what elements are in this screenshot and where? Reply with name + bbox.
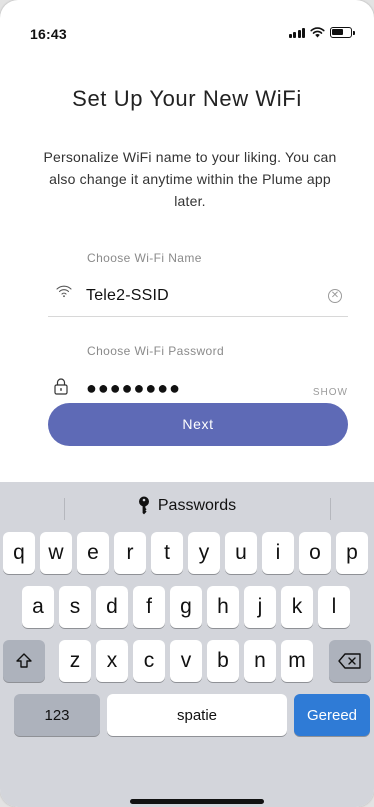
show-password-button[interactable]: SHOW: [313, 387, 348, 398]
next-button[interactable]: Next: [48, 403, 348, 446]
wifi-name-input[interactable]: [86, 285, 306, 307]
backspace-icon: [338, 653, 361, 669]
suggestion-bar: Passwords: [0, 482, 374, 530]
key-j[interactable]: j: [244, 586, 276, 628]
keyboard: Passwords q w e r t y u i o p a s d f g …: [0, 482, 374, 807]
key-k[interactable]: k: [281, 586, 313, 628]
key-u[interactable]: u: [225, 532, 257, 574]
done-key[interactable]: Gereed: [294, 694, 370, 736]
password-label: Choose Wi-Fi Password: [87, 344, 225, 358]
key-o[interactable]: o: [299, 532, 331, 574]
key-e[interactable]: e: [77, 532, 109, 574]
home-indicator: [130, 799, 264, 804]
key-l[interactable]: l: [318, 586, 350, 628]
shift-key[interactable]: [3, 640, 45, 682]
password-input[interactable]: ●●●●●●●●: [86, 377, 286, 399]
key-icon: [138, 496, 149, 515]
passwords-suggestion-label: Passwords: [157, 497, 237, 514]
signal-icon: [288, 27, 305, 38]
subtitle: Personalize WiFi name to your liking. Yo…: [43, 149, 337, 209]
status-bar: 16:43: [0, 0, 374, 60]
battery-icon: [330, 27, 355, 38]
key-g[interactable]: g: [170, 586, 202, 628]
key-n[interactable]: n: [244, 640, 276, 682]
numbers-key[interactable]: 123: [14, 694, 100, 736]
status-icons: [288, 27, 355, 38]
lock-icon: [54, 378, 68, 395]
key-c[interactable]: c: [133, 640, 165, 682]
key-f[interactable]: f: [133, 586, 165, 628]
status-time: 16:43: [30, 26, 67, 42]
key-m[interactable]: m: [281, 640, 313, 682]
wifi-status-icon: [310, 27, 325, 38]
key-v[interactable]: v: [170, 640, 202, 682]
wifi-icon: [56, 285, 72, 298]
key-w[interactable]: w: [40, 532, 72, 574]
key-a[interactable]: a: [22, 586, 54, 628]
page-title: Set Up Your New WiFi: [72, 86, 302, 111]
key-t[interactable]: t: [151, 532, 183, 574]
key-z[interactable]: z: [59, 640, 91, 682]
key-x[interactable]: x: [96, 640, 128, 682]
key-r[interactable]: r: [114, 532, 146, 574]
space-key[interactable]: spatie: [107, 694, 287, 736]
key-d[interactable]: d: [96, 586, 128, 628]
clear-icon[interactable]: ✕: [328, 289, 342, 303]
wifi-name-label: Choose Wi-Fi Name: [87, 251, 202, 265]
shift-icon: [16, 653, 32, 668]
key-p[interactable]: p: [336, 532, 368, 574]
key-h[interactable]: h: [207, 586, 239, 628]
passwords-suggestion[interactable]: Passwords: [0, 482, 374, 530]
key-q[interactable]: q: [3, 532, 35, 574]
phone-screen: 16:43 Set Up Your New WiFi Personalize W…: [0, 0, 374, 807]
backspace-key[interactable]: [329, 640, 371, 682]
key-b[interactable]: b: [207, 640, 239, 682]
key-y[interactable]: y: [188, 532, 220, 574]
key-s[interactable]: s: [59, 586, 91, 628]
key-i[interactable]: i: [262, 532, 294, 574]
wifi-name-underline: [48, 316, 348, 317]
